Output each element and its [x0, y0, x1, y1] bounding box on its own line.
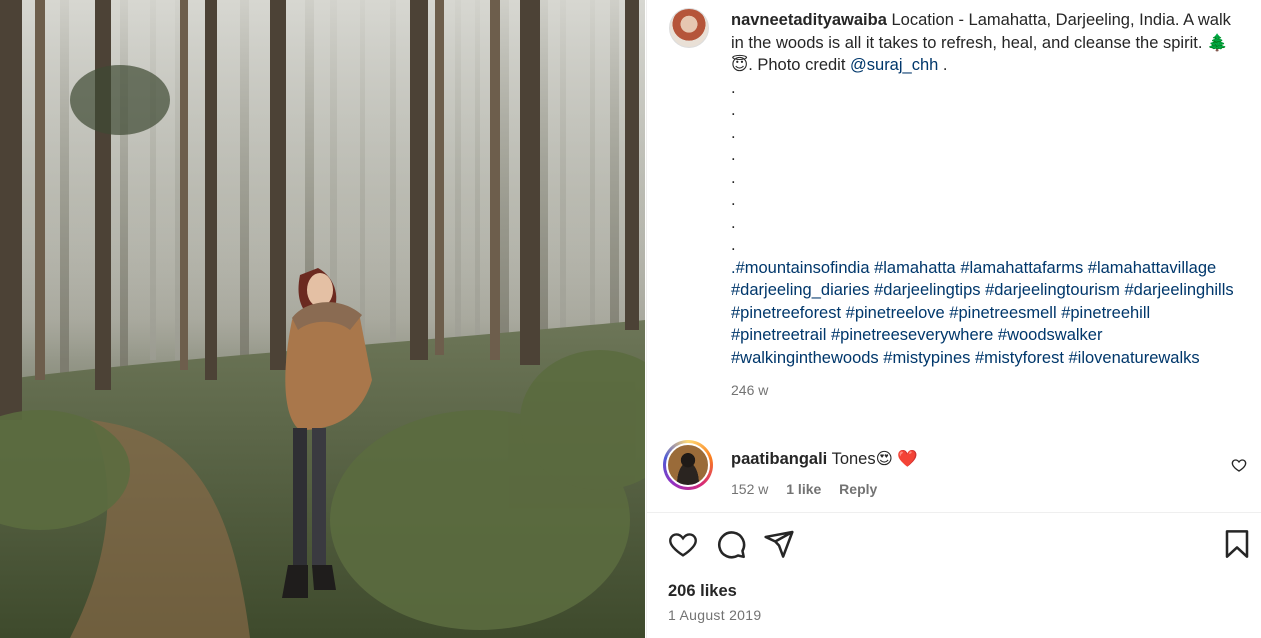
post-photo[interactable] [0, 0, 645, 638]
caption-after-mention: . [942, 56, 948, 74]
author-username[interactable]: navneetadityawaiba [731, 11, 887, 29]
caption-dot: . [731, 191, 736, 209]
caption-dot: . [731, 168, 736, 187]
commenter-avatar[interactable] [663, 440, 713, 490]
heart-icon[interactable] [1231, 457, 1247, 473]
comment-body: Tones😍 ❤️ [831, 450, 918, 468]
comment-icon[interactable] [715, 528, 747, 560]
caption-dot: . [731, 123, 736, 142]
comment-likes-count[interactable]: 1 like [786, 481, 821, 497]
caption-dot: . [731, 78, 736, 97]
post-details-panel: navneetadityawaiba Location - Lamahatta,… [646, 0, 1261, 638]
commenter-username[interactable]: paatibangali [731, 450, 827, 468]
post-date[interactable]: 1 August 2019 [668, 607, 761, 623]
bookmark-icon[interactable] [1221, 528, 1253, 560]
author-avatar[interactable] [669, 8, 709, 48]
mention-link[interactable]: @suraj_chh [850, 56, 938, 74]
share-icon[interactable] [763, 528, 795, 560]
caption-dots: . . . . . . . . [731, 77, 1241, 257]
hashtags[interactable]: .#mountainsofindia #lamahatta #lamahatta… [731, 257, 1241, 370]
divider [647, 512, 1261, 513]
caption-dot: . [731, 146, 736, 164]
comment-meta: 152 w 1 like Reply [731, 481, 891, 497]
post-time-ago[interactable]: 246 w [731, 379, 1241, 402]
comment: paatibangali Tones😍 ❤️ 152 w 1 like Repl… [663, 440, 1253, 500]
forest-photo-illustration [0, 0, 645, 638]
reply-button[interactable]: Reply [839, 481, 877, 497]
caption-dot: . [731, 101, 736, 119]
likes-count[interactable]: 206 likes [668, 582, 737, 601]
heart-icon[interactable] [667, 528, 699, 560]
comment-time-ago[interactable]: 152 w [731, 481, 768, 497]
post-actions [667, 528, 1249, 562]
comment-text: paatibangali Tones😍 ❤️ [731, 449, 918, 469]
caption-dot: . [731, 213, 736, 232]
caption-dot: . [731, 236, 736, 254]
caption-text-block: navneetadityawaiba Location - Lamahatta,… [731, 9, 1241, 402]
